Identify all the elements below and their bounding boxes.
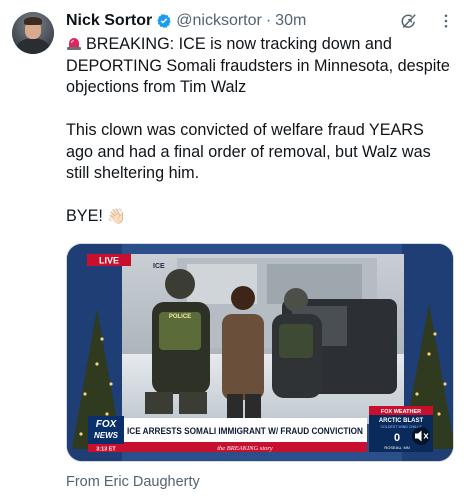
weather-alert: ARCTIC BLAST (379, 418, 424, 424)
post-time[interactable]: 30m (275, 12, 306, 30)
video-frame: LIVE ICE POLICE FOX NEWS 3:13 ET ICE ARR… (67, 244, 453, 461)
more-options-icon[interactable] (436, 11, 456, 31)
author-name[interactable]: Nick Sortor (66, 12, 152, 30)
tweet-header: Nick Sortor @nicksortor · 30m (66, 10, 456, 32)
siren-emoji (66, 35, 82, 51)
tweet-paragraph-1: BREAKING: ICE is now tracking down and D… (66, 35, 450, 96)
svg-text:FOX: FOX (96, 419, 118, 430)
tweet-text: BREAKING: ICE is now tracking down and D… (66, 34, 452, 249)
broadcast-clock: 3:13 ET (96, 447, 116, 453)
live-badge-label: LIVE (99, 256, 119, 266)
tweet-paragraph-3: BYE! 👋🏻 (66, 206, 452, 228)
speaker-mute-icon[interactable] (412, 427, 430, 445)
author-handle[interactable]: @nicksortor (176, 12, 262, 30)
weather-temp: 0 (394, 432, 400, 444)
tweet-paragraph-2: This clown was convicted of welfare frau… (66, 121, 431, 182)
verified-badge-icon (156, 13, 172, 29)
weather-city: ROSEAU, MN (384, 445, 409, 450)
video-player[interactable]: LIVE ICE POLICE FOX NEWS 3:13 ET ICE ARR… (66, 243, 454, 462)
subline-text: the BREAKING story (217, 445, 273, 452)
headline-text: ICE ARRESTS SOMALI IMMIGRANT W/ FRAUD CO… (127, 426, 363, 436)
avatar[interactable] (12, 12, 54, 54)
media-attribution[interactable]: From Eric Daugherty (66, 474, 200, 490)
grok-icon[interactable] (398, 11, 418, 31)
police-label: POLICE (169, 314, 191, 320)
separator-dot: · (265, 12, 272, 29)
weather-brand: FOX WEATHER (381, 409, 421, 415)
ice-tag: ICE (153, 263, 165, 270)
weather-sub: COLDEST WIND CHILLS (380, 425, 422, 429)
waving-hand-emoji: 👋🏻 (107, 208, 127, 225)
svg-text:NEWS: NEWS (94, 431, 119, 440)
